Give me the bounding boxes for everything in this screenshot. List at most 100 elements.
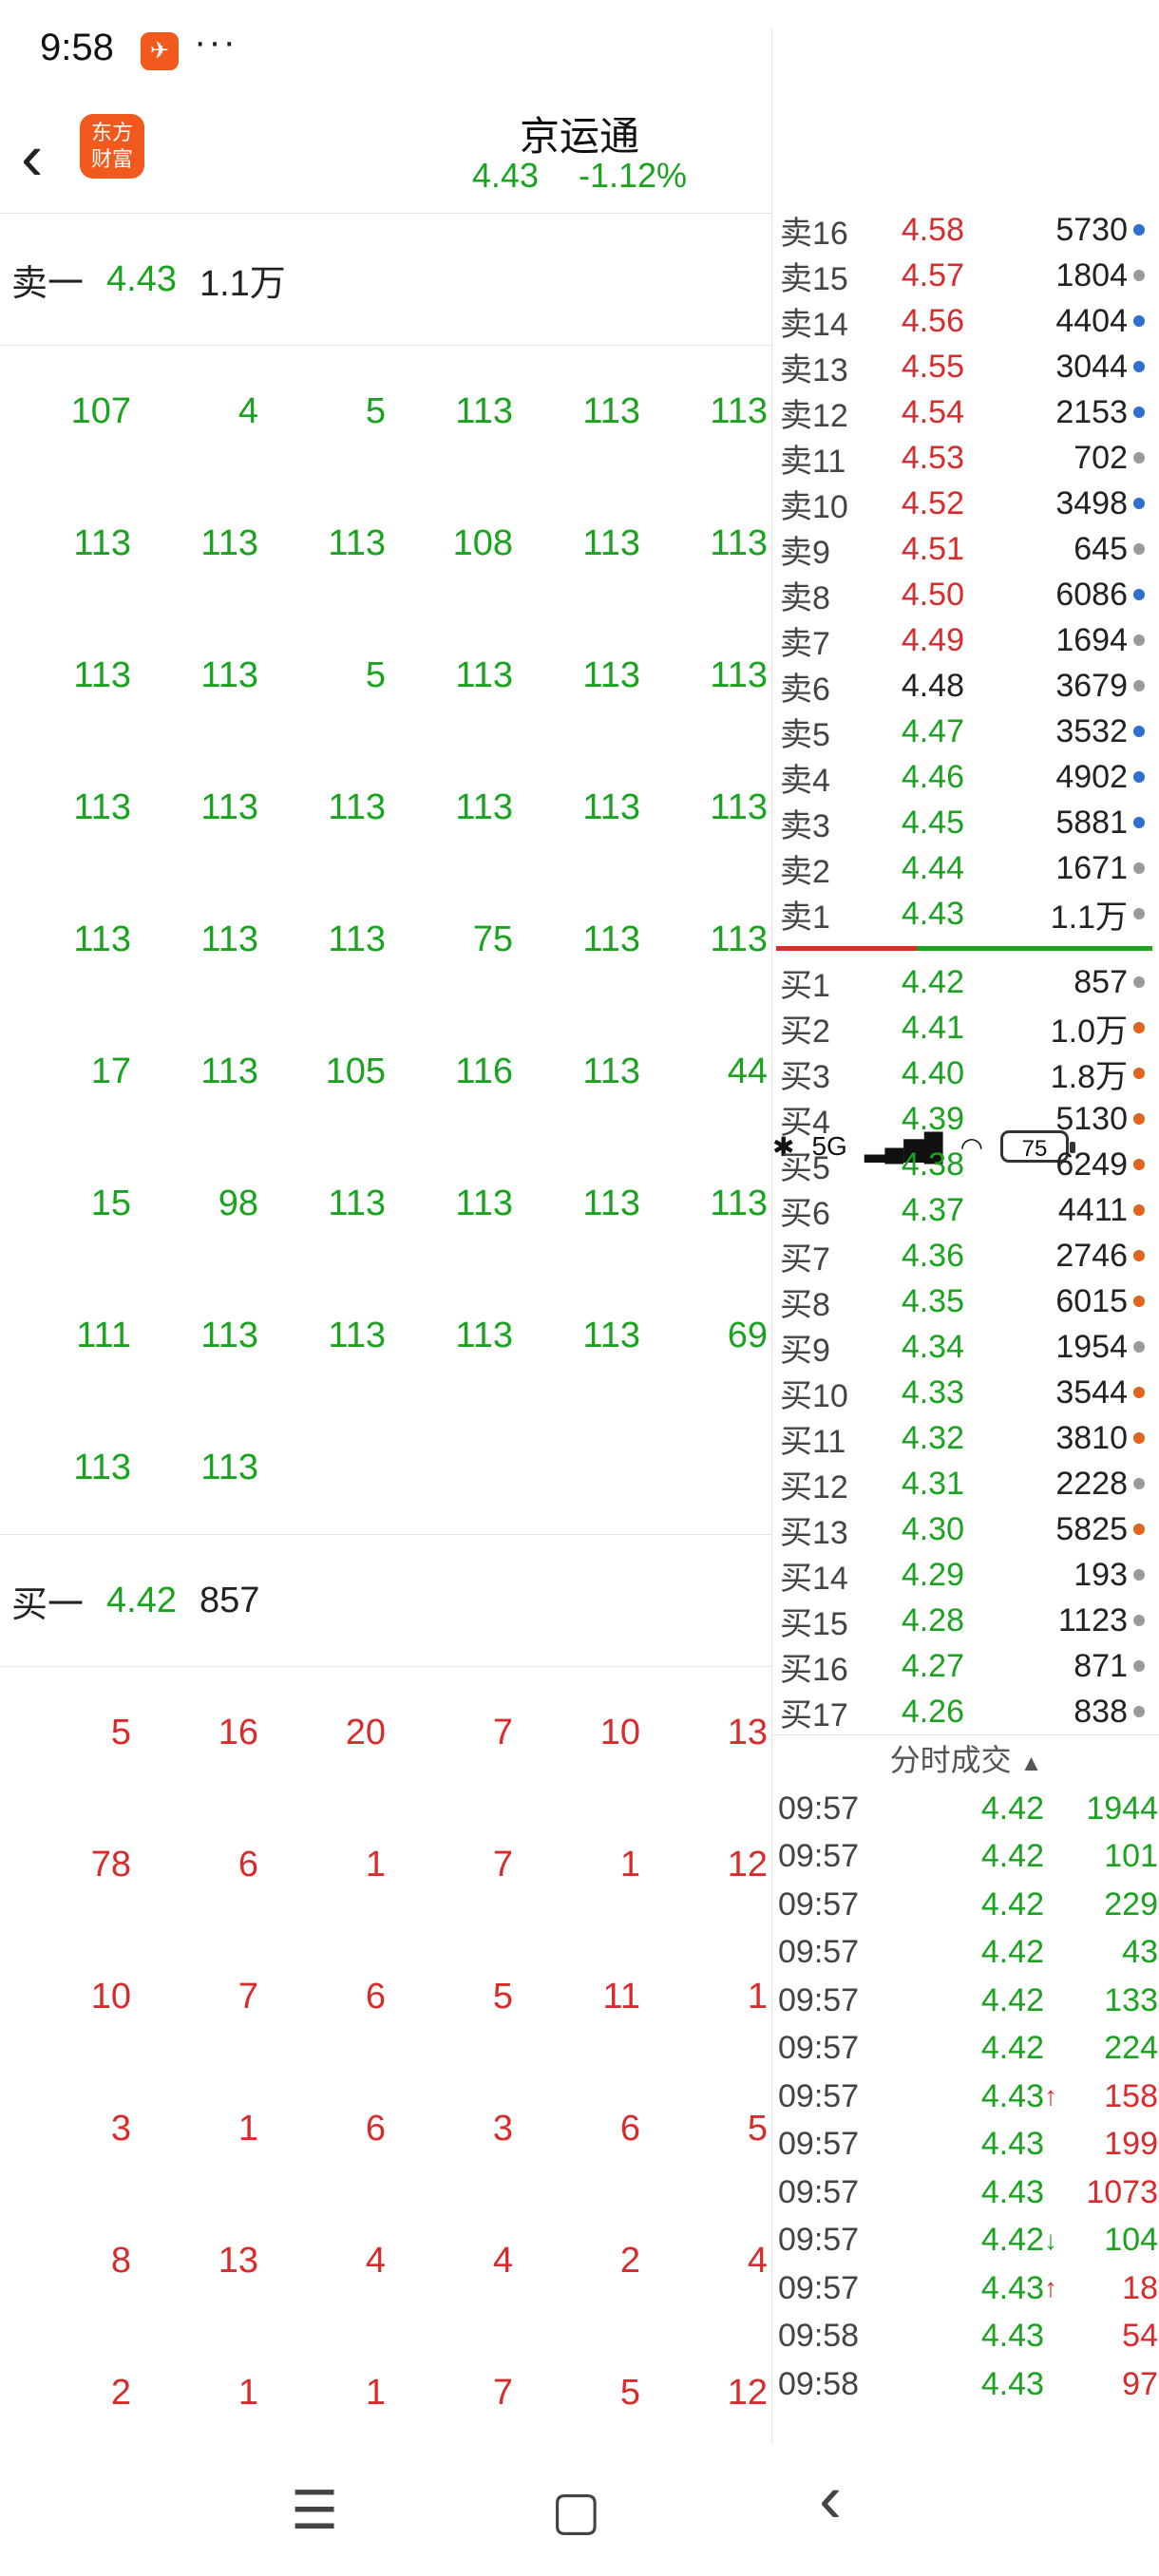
bid-row[interactable]: 买5 4.38 6249 [772,1142,1159,1187]
bid-row[interactable]: 买16 4.27 871 [772,1643,1159,1689]
level-volume: 4902 [1055,758,1128,795]
queue-cell: 1 [365,2373,386,2413]
bid-row[interactable]: 买17 4.26 838 [772,1689,1159,1734]
bid-row[interactable]: 买6 4.37 4411 [772,1187,1159,1233]
queue-cell: 113 [73,655,131,695]
level-volume: 1.0万 [1050,1013,1128,1050]
ask-row[interactable]: 卖9 4.51 645 [772,526,1159,572]
tick-row: 09:58 4.43 54 [772,2313,1159,2361]
queue-cell: 113 [710,391,768,431]
queue-cell: 6 [365,1977,386,2017]
order-type-dot-icon [1133,1068,1145,1079]
bid-row[interactable]: 买14 4.29 193 [772,1552,1159,1598]
ask-row[interactable]: 卖5 4.47 3532 [772,709,1159,754]
buy-level-price: 4.42 [106,1580,177,1620]
queue-cell: 1 [365,1845,386,1885]
queue-cell: 4 [747,2241,768,2281]
tick-volume: 1944 [1086,1790,1158,1827]
ask-row[interactable]: 卖4 4.46 4902 [772,754,1159,800]
tick-price: 4.43 [980,2365,1044,2402]
ask-row[interactable]: 卖7 4.49 1694 [772,617,1159,663]
ask-row[interactable]: 卖1 4.43 1.1万 [772,891,1159,937]
level-volume: 3498 [1055,484,1128,521]
order-type-dot-icon [1133,543,1145,555]
queue-cell: 16 [218,1713,258,1752]
queue-cell: 7 [492,1713,513,1752]
level-volume: 5130 [1055,1100,1128,1137]
tick-row: 09:57 4.42 229 [772,1881,1159,1929]
queue-cell: 5 [492,1977,513,2017]
ask-row[interactable]: 卖15 4.57 1804 [772,253,1159,298]
tick-volume: 1073 [1086,2173,1158,2210]
queue-cell: 113 [582,919,640,959]
bid-row[interactable]: 买8 4.35 6015 [772,1279,1159,1324]
ask-row[interactable]: 卖11 4.53 702 [772,435,1159,481]
bid-row[interactable]: 买11 4.32 3810 [772,1415,1159,1461]
ask-row[interactable]: 卖16 4.58 5730 [772,207,1159,253]
level-label: 卖9 [780,534,830,571]
level-label: 卖13 [780,351,848,388]
queue-cell: 2 [619,2241,640,2281]
queue-cell: 11 [602,1977,640,2017]
home-nav-icon[interactable]: ▢ [551,2479,601,2542]
bid-row[interactable]: 买3 4.40 1.8万 [772,1051,1159,1096]
tick-list[interactable]: 09:57 4.42 1944 09:57 4.42 101 09:57 4.42 229 09:… [772,1785,1159,2409]
queue-cell: 10 [90,1977,131,2017]
order-type-dot-icon [1133,1113,1145,1125]
tick-time: 09:57 [778,2222,860,2259]
queue-cell: 15 [90,1184,131,1223]
bid-row[interactable]: 买2 4.41 1.0万 [772,1005,1159,1051]
bid-row[interactable]: 买10 4.33 3544 [772,1370,1159,1415]
ask-row[interactable]: 卖2 4.44 1671 [772,845,1159,891]
bid-row[interactable]: 买4 4.39 5130 [772,1096,1159,1142]
back-nav-icon[interactable]: ‹ [819,2460,842,2538]
ask-row[interactable]: 卖3 4.45 5881 [772,800,1159,845]
queue-cell: 113 [582,523,640,563]
ask-row[interactable]: 卖14 4.56 4404 [772,298,1159,344]
level-volume: 4404 [1055,302,1128,339]
bid-row[interactable]: 买1 4.42 857 [772,959,1159,1005]
order-queue-panel[interactable]: 卖一 4.43 1.1万 107 4 5 113 113 113 113 113 113 108 1… [0,213,771,2444]
bid-row[interactable]: 买7 4.36 2746 [772,1233,1159,1279]
stock-quote: 4.43 -1.12% [0,156,1159,196]
ask-row[interactable]: 卖8 4.50 6086 [772,572,1159,617]
level-label: 卖14 [780,306,848,343]
bid-row[interactable]: 买12 4.31 2228 [772,1461,1159,1506]
level-price: 4.50 [901,576,964,613]
tick-price: 4.43 [980,2077,1044,2114]
order-type-dot-icon [1133,862,1145,874]
tick-volume: 133 [1104,1981,1158,2018]
queue-cell: 113 [582,787,640,827]
level-price: 4.49 [901,621,964,658]
order-type-dot-icon [1133,452,1145,464]
level-price: 4.36 [901,1237,964,1274]
ask-row[interactable]: 卖6 4.48 3679 [772,663,1159,709]
order-book-panel[interactable]: 卖16 4.58 5730 卖15 4.57 1804 卖14 4.56 4404 卖13 4.55… [771,207,1159,2443]
level-price: 4.53 [901,439,964,476]
queue-cell: 1 [619,1845,640,1885]
ticks-header[interactable]: 分时成交 ▲ [772,1734,1159,1785]
bid-row[interactable]: 买15 4.28 1123 [772,1598,1159,1643]
ask-row[interactable]: 卖12 4.54 2153 [772,389,1159,435]
order-type-dot-icon [1133,1615,1145,1626]
level-price: 4.51 [901,530,964,567]
menu-nav-icon[interactable]: ☰ [291,2479,338,2542]
tick-time: 09:57 [778,1838,860,1875]
level-label: 卖1 [780,899,830,936]
level-label: 买6 [780,1195,830,1232]
ask-row[interactable]: 卖10 4.52 3498 [772,481,1159,526]
queue-cell: 113 [328,523,386,563]
notification-app-icon: ✈ [141,32,179,70]
bid-row[interactable]: 买13 4.30 5825 [772,1506,1159,1552]
collapse-arrow-icon[interactable]: ▲ [1020,1751,1043,1776]
sell-level-price: 4.43 [106,258,177,299]
queue-cell: 113 [710,1184,768,1223]
level-price: 4.28 [901,1601,964,1638]
tick-row: 09:57 4.43 1073 [772,2169,1159,2217]
tick-volume: 43 [1122,1934,1158,1971]
tick-price: 4.42 [980,2222,1044,2259]
ask-row[interactable]: 卖13 4.55 3044 [772,344,1159,389]
order-type-dot-icon [1133,1478,1145,1489]
bid-row[interactable]: 买9 4.34 1954 [772,1324,1159,1370]
queue-cell: 5 [110,1713,131,1752]
